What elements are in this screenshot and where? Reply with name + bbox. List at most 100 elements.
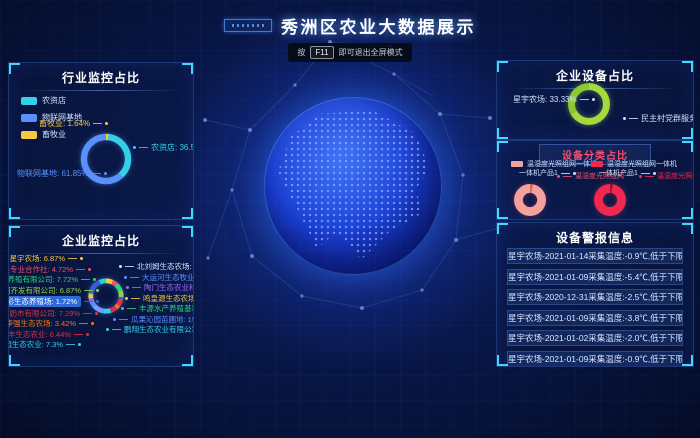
leader-dot — [592, 98, 595, 101]
leader-line — [119, 319, 128, 320]
leader-dot — [105, 122, 108, 125]
chart-label: 星宇农场: 6.87% — [10, 254, 83, 263]
divider — [21, 90, 181, 91]
leader-dot — [80, 257, 83, 260]
legend-swatch — [591, 161, 603, 167]
leader-line — [125, 266, 134, 267]
chart-label: 物联网基地: 61.85% — [17, 169, 107, 178]
device-donut-chart[interactable] — [566, 81, 612, 127]
header-logo-badge — [224, 19, 272, 32]
chart-label-text: 鹏翔生态农业有限公司: 6.87% — [124, 325, 194, 334]
chart-label-text: 家禽养殖有限公司: 7.72% — [8, 275, 78, 284]
category-legend[interactable]: 温湿度光照组网一体机 — [591, 159, 677, 169]
leader-dot — [121, 307, 124, 310]
leader-line — [83, 313, 92, 314]
chart-label: 中奶市有限公司: 7.29% — [8, 309, 98, 318]
chart-label-text: 星宇农场: 6.87% — [10, 254, 65, 263]
device-ratio-panel: 企业设备占比 星宇农场: 33.33%民主村党群服务中心: — [496, 60, 694, 140]
leader-line — [79, 323, 88, 324]
leader-line — [66, 344, 75, 345]
chart-label: 李强生态农场: 3.42% — [8, 319, 94, 328]
chart-label-text: 农资店: 36.51% — [151, 143, 194, 152]
chart-label-text: 鸣皇源生态农场: 4.29% — [143, 294, 194, 303]
hint-suffix: 即可退出全屏模式 — [339, 47, 403, 58]
device-alarm-panel: 设备警报信息 星宇农场-2021-01-14采集温度:-0.9℃,低于下限:0℃… — [496, 222, 694, 367]
leader-dot — [88, 268, 91, 271]
leader-dot — [91, 322, 94, 325]
leader-dot — [126, 286, 129, 289]
leader-dot — [133, 146, 136, 149]
alarm-row: 星宇农场-2021-01-09采集温度:-0.9℃,低于下限:0℃ — [507, 351, 683, 367]
leader-dot — [623, 117, 626, 120]
leader-line — [81, 279, 90, 280]
enterprise-labels-right: 北刘姆生态农场: 11.56%大运河生态牧业有限责任公司: 5.42%陶门生态农… — [105, 262, 194, 334]
globe-visualization — [264, 97, 442, 275]
chart-label: 农资店: 36.51% — [133, 143, 194, 152]
chart-label-text: 星宇农场: 33.33% — [513, 95, 577, 104]
header: 秀洲区农业大数据展示 按 F11 即可退出全屏模式 — [0, 13, 700, 62]
enterprise-labels-left: 星宇农场: 6.87% 和润禽类专业合作社: 4.72%家禽养殖有限公司: 7.7… — [11, 254, 99, 349]
chart-label-text: 民主村党群服务中心: — [641, 114, 694, 123]
legend-item[interactable]: 农资店 — [21, 95, 82, 106]
dashboard-screen: 秀洲区农业大数据展示 按 F11 即可退出全屏模式 行业监控占比 农资店物联网基… — [0, 0, 700, 438]
leader-dot — [93, 278, 96, 281]
chart-label-text: 畜牧业: 1.64% — [39, 119, 90, 128]
leader-line — [93, 123, 102, 124]
leader-line — [127, 308, 136, 309]
leader-line — [76, 269, 85, 270]
alarm-row: 星宇农场-2021-01-09采集温度:-5.4℃,低于下限:0℃ — [507, 269, 683, 285]
chart-label-text: 李强生态农场: 3.42% — [8, 319, 76, 328]
alarm-list: 星宇农场-2021-01-14采集温度:-0.9℃,低于下限:0℃ 星宇农场-20… — [507, 248, 683, 367]
chart-label: 瓜果沁园苗圃地: 15.02% — [113, 315, 194, 324]
chart-label-text: 瓜果沁园苗圃地: 15.02% — [131, 315, 194, 324]
leader-line — [92, 173, 101, 174]
category-donut-right[interactable] — [593, 183, 627, 217]
leader-dot — [86, 333, 89, 336]
legend-swatch — [21, 97, 37, 105]
chart-label: 丰源水产养殖基地: 1.28% — [121, 304, 194, 313]
chart-label-text: 丰源水产养殖基地: 1.28% — [139, 304, 194, 313]
leader-dot — [104, 172, 107, 175]
leader-dot — [124, 276, 127, 279]
chart-label-text: 北刘姆生态农场: 11.56% — [137, 262, 194, 271]
legend-item[interactable]: 畜牧业 — [21, 129, 82, 140]
f11-key-badge: F11 — [310, 46, 333, 59]
leader-dot — [119, 265, 122, 268]
legend-label: 温湿度光照组网一体机 — [607, 159, 677, 169]
leader-line — [629, 118, 638, 119]
category-donut-left[interactable] — [513, 183, 547, 217]
chart-label: 北刘姆生态农场: 11.56% — [119, 262, 194, 271]
chart-label-text: 图齐发有限公司: 6.87% — [8, 286, 81, 295]
chart-label-text: 中奶市有限公司: 7.29% — [8, 309, 80, 318]
chart-label: 家禽养殖有限公司: 7.72% — [8, 275, 96, 284]
chart-label-text: 物联网基地: 61.85% — [17, 169, 89, 178]
legend-swatch — [21, 131, 37, 139]
fullscreen-hint: 按 F11 即可退出全屏模式 — [288, 43, 411, 62]
side-label: 温湿度光照组网一 — [639, 172, 694, 181]
leader-line — [84, 301, 93, 302]
leader-dot — [125, 297, 128, 300]
legend-label: 农资店 — [42, 95, 66, 106]
panel-title: 设备警报信息 — [505, 229, 685, 246]
chart-label-text: 七彩生态养殖场: 1.72% — [8, 296, 81, 307]
leader-dot — [113, 318, 116, 321]
chart-label: 仁丰生态农业: 6.44% — [8, 330, 89, 339]
industry-donut-chart[interactable] — [77, 130, 135, 188]
legend-swatch — [21, 114, 37, 122]
leader-line — [132, 287, 141, 288]
panel-title: 企业监控占比 — [17, 232, 185, 249]
alarm-row: 星宇农场-2021-01-09采集温度:-3.8℃,低于下限:0℃ — [507, 310, 683, 326]
alarm-row: 星宇农场-2021-01-14采集温度:-0.9℃,低于下限:0℃ — [507, 248, 683, 264]
alarm-row: 星宇农场-2021-01-02采集温度:-2.0℃,低于下限:0℃ — [507, 330, 683, 346]
enterprise-ratio-panel: 企业监控占比 星宇农场: 6.87% 和润禽类专业合作社: 4.72%家禽养殖有限… — [8, 225, 194, 367]
chart-label: 鸣皇源生态农场: 4.29% — [125, 294, 194, 303]
industry-legend: 农资店物联网基地畜牧业 — [21, 95, 82, 140]
device-category-panel: 设备分类占比 温湿度光照组网一体机 一体机产品1 温湿度光照组网一 温湿度光照组… — [496, 140, 694, 220]
page-title: 秀洲区农业大数据展示 — [281, 13, 476, 38]
hint-prefix: 按 — [297, 47, 305, 58]
chart-label: 星宇农场: 33.33% — [513, 95, 595, 104]
leader-line — [112, 329, 121, 330]
leader-dot — [78, 343, 81, 346]
leader-dot — [96, 300, 99, 303]
chart-label: 和润禽类专业合作社: 4.72% — [8, 265, 91, 274]
